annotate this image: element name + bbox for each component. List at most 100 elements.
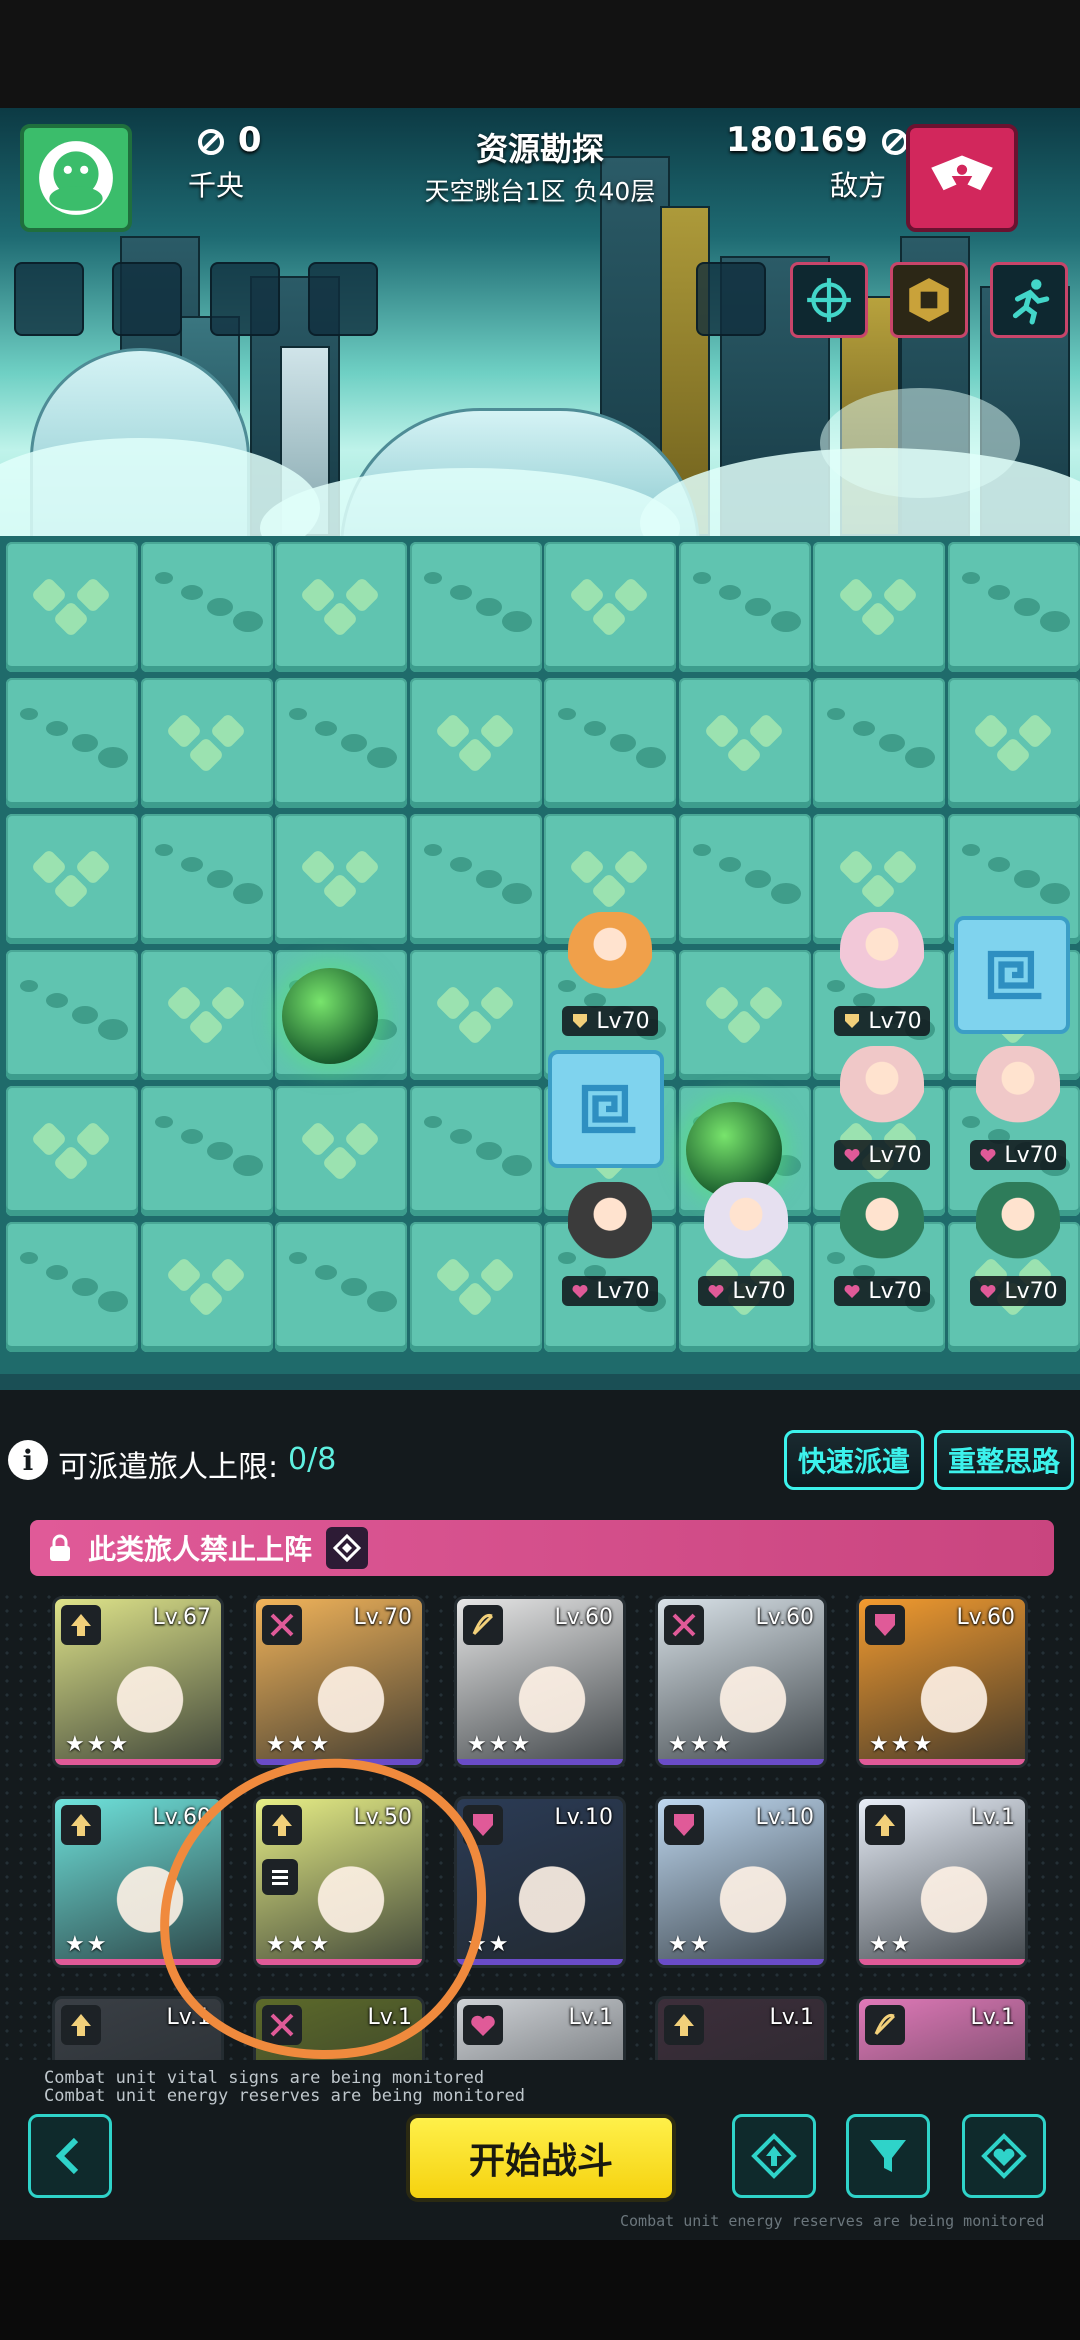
- grid-tile[interactable]: [6, 950, 138, 1080]
- grid-tile[interactable]: [140, 1086, 273, 1216]
- grid-tile[interactable]: [6, 814, 138, 944]
- quick-dispatch-button[interactable]: 快速派遣: [784, 1430, 924, 1490]
- grid-tile[interactable]: [275, 1086, 407, 1216]
- board-unit[interactable]: Lv70: [960, 1176, 1076, 1306]
- spiral-tile[interactable]: [548, 1050, 664, 1168]
- crossed-swords-icon: [270, 1613, 294, 1637]
- info-icon[interactable]: i: [8, 1440, 48, 1480]
- unit-sprite: [840, 1046, 924, 1138]
- traveler-card[interactable]: Lv.60 ★★★: [856, 1596, 1028, 1768]
- board-unit[interactable]: Lv70: [824, 1176, 940, 1306]
- grid-tile[interactable]: [409, 1086, 542, 1216]
- grid-tile[interactable]: [140, 542, 273, 672]
- star-rating: ★★★: [266, 1732, 332, 1757]
- grid-tile[interactable]: [140, 814, 273, 944]
- traveler-card[interactable]: Lv.10 ★★: [655, 1796, 827, 1968]
- grid-tile[interactable]: [947, 678, 1080, 808]
- class-badge: [865, 1605, 905, 1645]
- traveler-card[interactable]: Lv.60 ★★★: [454, 1596, 626, 1768]
- board-unit[interactable]: Lv70: [688, 1176, 804, 1306]
- board-unit[interactable]: Lv70: [960, 1040, 1076, 1170]
- star-rating: ★★★: [869, 1732, 935, 1757]
- traveler-level: Lv.1: [568, 2005, 613, 2030]
- grid-tile[interactable]: [6, 678, 138, 808]
- grid-tile[interactable]: [678, 950, 811, 1080]
- grid-edge: [0, 1374, 1080, 1390]
- shield-icon: [875, 1614, 895, 1636]
- arrow-up-icon: [71, 1814, 91, 1836]
- spiral-tile[interactable]: [954, 916, 1070, 1034]
- back-button[interactable]: [28, 2114, 112, 2198]
- player-avatar[interactable]: [20, 124, 132, 232]
- console-line: Combat unit vital signs are being monito…: [44, 2068, 485, 2088]
- traveler-card[interactable]: Lv.60 ★★★: [655, 1596, 827, 1768]
- restriction-banner: 此类旅人禁止上阵: [30, 1520, 1054, 1576]
- grid-tile[interactable]: [409, 678, 542, 808]
- traveler-card[interactable]: Lv.1: [856, 1996, 1028, 2060]
- star-rating: ★★: [668, 1932, 712, 1957]
- board-unit[interactable]: Lv70: [552, 1176, 668, 1306]
- enemy-avatar[interactable]: [906, 124, 1018, 232]
- start-battle-button[interactable]: 开始战斗: [406, 2114, 676, 2202]
- grid-tile[interactable]: [275, 814, 407, 944]
- grid-tile[interactable]: [678, 678, 811, 808]
- grid-tile[interactable]: [813, 542, 945, 672]
- grid-tile[interactable]: [678, 814, 811, 944]
- reset-button[interactable]: 重整思路: [934, 1430, 1074, 1490]
- unit-level-tag: Lv70: [834, 1006, 930, 1036]
- grid-tile[interactable]: [544, 678, 676, 808]
- traveler-card[interactable]: Lv.1: [655, 1996, 827, 2060]
- traveler-level: Lv.1: [769, 2005, 814, 2030]
- grid-tile[interactable]: [6, 542, 138, 672]
- arrow-up-icon: [875, 1814, 895, 1836]
- buff-slot[interactable]: [210, 262, 280, 336]
- unit-level-tag: Lv70: [562, 1006, 658, 1036]
- buff-slot[interactable]: [308, 262, 378, 336]
- traveler-card[interactable]: Lv.1: [454, 1996, 626, 2060]
- grid-tile[interactable]: [409, 542, 542, 672]
- bow-icon: [874, 2013, 896, 2036]
- green-orb-obstacle[interactable]: [282, 968, 378, 1064]
- skill-shield-button[interactable]: [890, 262, 968, 338]
- favorite-button[interactable]: [962, 2114, 1046, 2198]
- unit-level-tag: Lv70: [834, 1276, 930, 1306]
- grid-tile[interactable]: [409, 814, 542, 944]
- unit-level: Lv70: [596, 1278, 650, 1304]
- grid-tile[interactable]: [140, 950, 273, 1080]
- buff-slot[interactable]: [696, 262, 766, 336]
- sort-up-button[interactable]: [732, 2114, 816, 2198]
- traveler-card[interactable]: Lv.70 ★★★: [253, 1596, 425, 1768]
- buff-slot[interactable]: [112, 262, 182, 336]
- grid-tile[interactable]: [947, 542, 1080, 672]
- player-name: 千央: [188, 169, 245, 202]
- grid-tile[interactable]: [275, 542, 407, 672]
- skill-speed-button[interactable]: [990, 262, 1068, 338]
- traveler-card[interactable]: Lv.1 ★★: [856, 1796, 1028, 1968]
- grid-tile[interactable]: [140, 1222, 273, 1352]
- grid-tile[interactable]: [409, 1222, 542, 1352]
- restricted-class-badge[interactable]: [326, 1527, 369, 1569]
- board-unit[interactable]: Lv70: [824, 1040, 940, 1170]
- board-unit[interactable]: Lv70: [824, 906, 940, 1036]
- grid-tile[interactable]: [6, 1222, 138, 1352]
- grid-tile[interactable]: [275, 678, 407, 808]
- star-rating: ★★: [65, 1932, 109, 1957]
- grid-tile[interactable]: [275, 1222, 407, 1352]
- grid-tile[interactable]: [813, 678, 945, 808]
- navigation-bar: [0, 2240, 1080, 2340]
- grid-tile[interactable]: [140, 678, 273, 808]
- filter-button[interactable]: [846, 2114, 930, 2198]
- diamond-heart-icon: [981, 2133, 1027, 2179]
- board-unit[interactable]: Lv70: [552, 906, 668, 1036]
- page-title: 资源勘探: [475, 130, 604, 168]
- traveler-card[interactable]: Lv.67 ★★★: [52, 1596, 224, 1768]
- skill-crosshair-button[interactable]: [790, 262, 868, 338]
- grid-tile[interactable]: [409, 950, 542, 1080]
- grid-tile[interactable]: [678, 542, 811, 672]
- buff-slot[interactable]: [14, 262, 84, 336]
- unit-level-tag: Lv70: [970, 1276, 1066, 1306]
- grid-tile[interactable]: [544, 542, 676, 672]
- grid-tile[interactable]: [6, 1086, 138, 1216]
- enemy-score-value: 180169: [726, 120, 868, 160]
- star-rating: ★★★: [467, 1732, 533, 1757]
